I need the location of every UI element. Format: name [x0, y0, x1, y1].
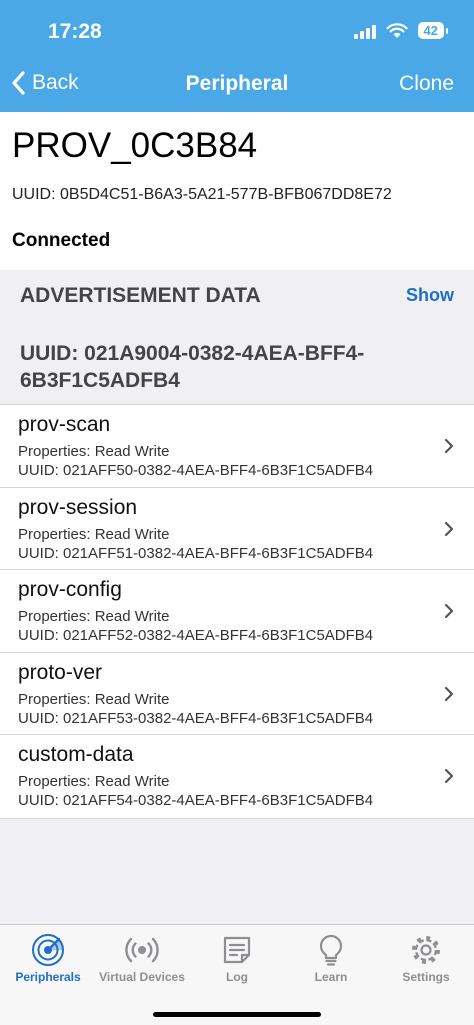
connection-status: Connected: [12, 230, 111, 251]
tab-label: Peripherals: [15, 970, 81, 984]
service-uuid: UUID: 021A9004-0382-4AEA-BFF4-6B3F1C5ADF…: [20, 342, 365, 392]
characteristic-row[interactable]: prov-session Properties: Read Write UUID…: [0, 488, 474, 570]
battery-icon: 42: [417, 22, 449, 39]
show-advertisement-button[interactable]: Show: [406, 285, 454, 306]
tab-virtual-devices[interactable]: Virtual Devices: [94, 933, 190, 984]
characteristic-list: prov-scan Properties: Read Write UUID: 0…: [0, 404, 474, 819]
status-icons: 42: [353, 22, 449, 39]
tab-label: Learn: [314, 970, 348, 984]
device-uuid: UUID: 0B5D4C51-B6A3-5A21-577B-BFB067DD8E…: [12, 186, 392, 203]
characteristic-properties: Properties: Read Write: [18, 443, 170, 460]
tab-settings[interactable]: Settings: [378, 933, 474, 984]
chevron-right-icon: [444, 686, 454, 701]
characteristic-name: prov-session: [18, 495, 138, 519]
status-time: 17:28: [48, 20, 102, 43]
tab-peripherals[interactable]: Peripherals: [0, 933, 96, 984]
chevron-right-icon: [444, 438, 454, 454]
log-icon: [223, 936, 251, 964]
characteristic-row[interactable]: proto-ver Properties: Read Write UUID: 0…: [0, 653, 474, 735]
tab-label: Log: [226, 970, 248, 984]
tab-learn[interactable]: Learn: [283, 933, 379, 984]
navigation-bar: Back Peripheral Clone: [0, 62, 474, 106]
advertisement-header: ADVERTISEMENT DATA Show: [0, 270, 474, 322]
tab-label: Settings: [402, 970, 450, 984]
tab-bar: Peripherals Virtual Devices Log Learn Se…: [0, 924, 474, 1025]
lightbulb-icon: [319, 934, 343, 966]
characteristic-name: prov-config: [18, 578, 122, 601]
characteristic-name: proto-ver: [18, 660, 103, 684]
characteristic-row[interactable]: custom-data Properties: Read Write UUID:…: [0, 735, 474, 818]
advertisement-title: ADVERTISEMENT DATA: [20, 284, 261, 307]
tab-label: Virtual Devices: [99, 970, 185, 984]
characteristic-uuid: UUID: 021AFF50-0382-4AEA-BFF4-6B3F1C5ADF…: [18, 462, 374, 479]
characteristic-properties: Properties: Read Write: [18, 525, 170, 543]
device-info: PROV_0C3B84 UUID: 0B5D4C51-B6A3-5A21-577…: [0, 112, 474, 270]
device-name: PROV_0C3B84: [12, 126, 258, 165]
characteristic-name: custom-data: [18, 743, 134, 766]
gear-icon: [412, 936, 440, 964]
chevron-right-icon: [444, 768, 454, 784]
characteristic-uuid: UUID: 021AFF52-0382-4AEA-BFF4-6B3F1C5ADF…: [18, 627, 374, 644]
clone-button[interactable]: Clone: [399, 72, 454, 96]
characteristic-uuid: UUID: 021AFF51-0382-4AEA-BFF4-6B3F1C5ADF…: [18, 544, 374, 562]
characteristic-properties: Properties: Read Write: [18, 608, 170, 625]
broadcast-icon: [125, 937, 159, 963]
chevron-right-icon: [444, 603, 454, 619]
wifi-icon: [385, 22, 408, 38]
characteristic-name: prov-scan: [18, 413, 111, 436]
characteristic-row[interactable]: prov-config Properties: Read Write UUID:…: [0, 570, 474, 653]
characteristic-properties: Properties: Read Write: [18, 773, 170, 790]
characteristic-properties: Properties: Read Write: [18, 690, 170, 708]
characteristic-uuid: UUID: 021AFF54-0382-4AEA-BFF4-6B3F1C5ADF…: [18, 792, 374, 809]
cellular-signal-icon: [353, 23, 376, 39]
status-bar: 17:28 42: [0, 0, 474, 62]
characteristic-uuid: UUID: 021AFF53-0382-4AEA-BFF4-6B3F1C5ADF…: [18, 709, 374, 727]
home-indicator: [153, 1012, 321, 1017]
characteristic-row[interactable]: prov-scan Properties: Read Write UUID: 0…: [0, 405, 474, 488]
chevron-right-icon: [444, 521, 454, 536]
app-header: 17:28 42 Back Peripheral Clone: [0, 0, 474, 112]
tab-log[interactable]: Log: [189, 933, 285, 984]
radar-icon: [32, 934, 64, 966]
